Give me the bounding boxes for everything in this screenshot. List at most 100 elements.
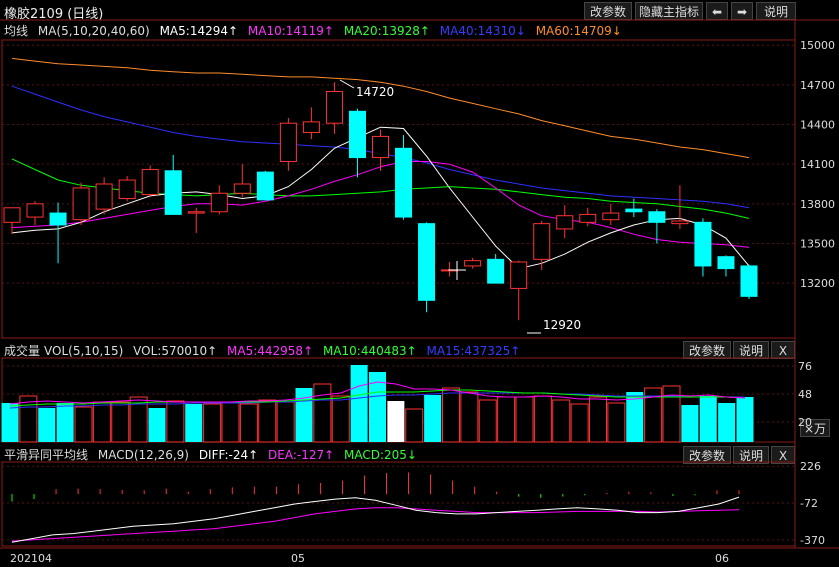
- candle-body-down: [717, 256, 735, 270]
- legend-ma60: MA60:14709↓: [535, 24, 622, 38]
- macd-params-button[interactable]: 改参数: [683, 446, 731, 464]
- help-button[interactable]: 说明: [756, 2, 796, 20]
- volume-bar: [239, 403, 258, 443]
- volume-bar: [148, 408, 166, 442]
- macd-tick-label: -370: [800, 534, 825, 547]
- candles: [3, 82, 758, 321]
- volume-bar: [662, 385, 681, 443]
- candle-body-up: [372, 135, 389, 159]
- macd-dea-line: [11, 507, 740, 542]
- macd-diff-line: [11, 496, 740, 543]
- vol-legend-vol: VOL:570010↑: [133, 344, 218, 358]
- x-label-0: 202104: [10, 552, 52, 565]
- volume-bar: [718, 403, 736, 442]
- high-annotation: 14720: [356, 85, 394, 99]
- vol-legend-ma5: MA5:442958↑: [227, 344, 314, 358]
- price-tick-label: 13800: [800, 198, 835, 211]
- vol-unit-button[interactable]: ×万: [800, 419, 830, 437]
- volume-ma10-line: [9, 389, 746, 407]
- x-label-2: 06: [715, 552, 729, 565]
- candle-body-up: [26, 203, 44, 218]
- macd-legend-params: MACD(12,26,9): [97, 448, 189, 462]
- volume-bar: [460, 391, 479, 443]
- volume-ma15-line: [9, 392, 745, 409]
- macd-grid: [2, 465, 795, 541]
- volume-tick-label: 48: [798, 388, 812, 401]
- volume-bar: [331, 395, 350, 443]
- macd-legend-macd: MACD:205↓: [343, 448, 417, 462]
- volume-bar: [203, 403, 222, 443]
- volume-bar: [369, 372, 386, 442]
- price-tick-label: 13200: [800, 277, 835, 290]
- panel-frame-2: [1, 461, 796, 547]
- chart-area[interactable]: 15000 14700 14400 14100 13800 13500 13200 1472…: [0, 0, 839, 567]
- candle-body-up: [210, 192, 228, 213]
- volume-bar: [552, 399, 571, 443]
- volume-bar: [515, 396, 534, 443]
- vol-help-button[interactable]: 说明: [733, 341, 769, 359]
- candle-body-up: [602, 212, 620, 221]
- panel-frame-0: [1, 39, 796, 339]
- volume-bar: [497, 396, 516, 443]
- price-tick-label: 15000: [800, 39, 835, 52]
- volume-bars: [1, 365, 754, 443]
- candle-body-down: [648, 211, 666, 223]
- volume-bar: [387, 401, 405, 442]
- volume-bar: [478, 399, 497, 443]
- macd-tick-label: -72: [800, 497, 818, 510]
- legend-ma20: MA20:13928↑: [343, 24, 430, 38]
- candle-body-down: [740, 265, 758, 297]
- params-button[interactable]: 改参数: [584, 2, 632, 20]
- panel-frame-1: [1, 357, 796, 443]
- vol-legend: 成交量 VOL(5,10,15) VOL:570010↑ MA5:442958↑ …: [4, 342, 526, 359]
- candle-body-up: [533, 223, 551, 260]
- price-tick-label: 14100: [800, 158, 835, 171]
- candle-body-up: [510, 261, 528, 289]
- volume-bar: [313, 383, 332, 443]
- scroll-left-button[interactable]: ⬅: [706, 2, 728, 20]
- price-tick-label: 14700: [800, 79, 835, 92]
- legend-ma5: MA5:14294↑: [159, 24, 239, 38]
- candle-body-down: [395, 147, 413, 218]
- macd-legend-dea: DEA:-127↑: [268, 448, 335, 462]
- candle-body-up: [556, 215, 574, 230]
- candle-body-up: [3, 207, 21, 223]
- volume-tick-label: 76: [798, 360, 812, 373]
- candle-body-up: [441, 269, 459, 272]
- volume-bar: [185, 404, 203, 442]
- legend-name: 均线: [4, 24, 29, 38]
- scroll-right-button[interactable]: ➡: [731, 2, 753, 20]
- candle-body-up: [187, 211, 205, 214]
- price-ma5-line: [11, 126, 750, 270]
- volume-bar: [589, 396, 607, 443]
- hide-indicator-button[interactable]: 隐藏主指标: [635, 2, 703, 20]
- volume-bar: [166, 400, 185, 443]
- volume-bar: [533, 395, 552, 443]
- volume-bar: [736, 397, 754, 442]
- candle-body-up: [302, 121, 320, 133]
- price-annotations: 14720 12920: [339, 79, 581, 334]
- volume-bar: [92, 401, 111, 443]
- macd-help-button[interactable]: 说明: [733, 446, 769, 464]
- candle-body-up: [141, 168, 159, 196]
- x-label-1: 05: [291, 552, 305, 565]
- vol-params-button[interactable]: 改参数: [683, 341, 731, 359]
- candle-body-up: [671, 220, 689, 225]
- volume-bar: [442, 387, 460, 443]
- candle-body-down: [487, 258, 505, 284]
- candle-body-down: [625, 208, 643, 213]
- volume-bar: [350, 365, 368, 442]
- macd-close-button[interactable]: X: [771, 446, 795, 464]
- vol-close-button[interactable]: X: [771, 341, 795, 359]
- candle-body-down: [49, 212, 67, 226]
- candle-body-down: [164, 170, 182, 215]
- volume-bar: [38, 408, 56, 442]
- candle-body-up: [72, 187, 90, 221]
- volume-bar: [405, 408, 424, 443]
- volume-bar: [74, 406, 93, 443]
- volume-bar: [644, 387, 663, 443]
- price-tick-label: 13500: [800, 237, 835, 250]
- candle-body-up: [233, 183, 251, 194]
- macd-legend: 平滑异同平均线 MACD(12,26,9) DIFF:-24↑ DEA:-127…: [4, 446, 423, 463]
- vol-legend-name: 成交量: [4, 344, 41, 358]
